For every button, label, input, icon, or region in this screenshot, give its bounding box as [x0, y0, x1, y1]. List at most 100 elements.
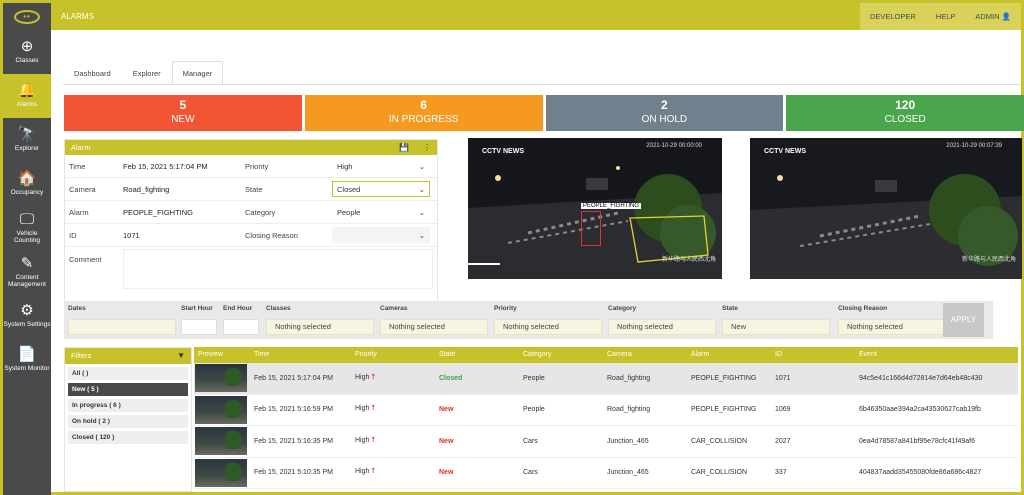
sidebar-item-explorer[interactable]: 🔭 Explorer	[3, 118, 51, 162]
sidebar-item-label: Vehicle Counting	[13, 229, 41, 244]
telescope-icon: 🔭	[17, 126, 37, 144]
apply-button[interactable]: APPLY	[943, 303, 984, 337]
priority-text: High	[355, 405, 370, 413]
user-icon: 👤	[1001, 12, 1011, 21]
cell-camera: Junction_465	[607, 437, 649, 445]
column-header[interactable]: State	[435, 347, 519, 363]
arrow-up-icon: 🡑	[371, 405, 375, 413]
arrow-up-icon: 🡑	[371, 373, 375, 381]
closing-reason-filter-select[interactable]: Nothing selected	[838, 319, 946, 335]
app-frame: •• ALARMS DEVELOPER HELP ADMIN 👤 ⊕ Class…	[0, 0, 1024, 495]
status-in-progress[interactable]: 6 IN PROGRESS	[304, 95, 543, 131]
developer-link[interactable]: DEVELOPER	[860, 3, 926, 30]
tab-manager[interactable]: Manager	[171, 61, 224, 85]
filter-icon[interactable]: ▼	[177, 348, 185, 364]
filter-label: Dates	[68, 305, 86, 312]
filter-label: Classes	[266, 305, 291, 312]
cell-category: Cars	[523, 437, 538, 445]
table-row[interactable]: Feb 15, 2021 5:16:35 PM High 🡑 New Cars …	[194, 426, 1018, 458]
column-header[interactable]: Event	[855, 347, 1018, 363]
status-label: NEW	[171, 114, 195, 125]
column-header[interactable]: Category	[519, 347, 603, 363]
cell-alarm: CAR_COLLISION	[691, 437, 748, 445]
sidebar-item-system-monitor[interactable]: 📄 System Monitor	[3, 338, 51, 382]
end-hour-input[interactable]	[223, 319, 259, 335]
filter-item-new[interactable]: New ( 5 )	[68, 383, 188, 396]
cell-id: 2027	[775, 437, 791, 445]
state-filter-select[interactable]: New	[722, 319, 830, 335]
filter-label: Closing Reason	[838, 305, 888, 312]
priority-value: High	[337, 161, 353, 171]
alarm-row-camera: Camera Road_fighting State Closed ⌄	[65, 178, 437, 201]
closing-reason-select[interactable]: ⌄	[332, 227, 430, 243]
filters-panel: Filters ▼ All ( ) New ( 5 ) In progress …	[64, 347, 192, 492]
status-closed[interactable]: 120 CLOSED	[786, 95, 1024, 131]
status-count: 5	[179, 98, 187, 112]
category-filter-select[interactable]: Nothing selected	[608, 319, 716, 335]
more-menu-icon[interactable]: ⋮	[423, 140, 431, 155]
sidebar-item-occupancy[interactable]: 🏠 Occupancy	[3, 162, 51, 206]
admin-menu[interactable]: ADMIN 👤	[965, 3, 1021, 30]
column-header[interactable]: Camera	[603, 347, 687, 363]
cell-state: Closed	[439, 374, 463, 382]
status-label: CLOSED	[884, 114, 926, 125]
sidebar-item-vehicle-counting[interactable]: 🖵 Vehicle Counting	[3, 206, 51, 250]
cell-event: 0ea4d78587a841bf95e78cfc41f49af6	[859, 437, 975, 445]
sidebar-item-system-settings[interactable]: ⚙ System Settings	[3, 294, 51, 338]
camera-preview-live[interactable]: CCTV NEWS 2021-10-29 00:00:00 PEOPLE_FIG…	[468, 138, 722, 279]
comment-textarea[interactable]	[123, 249, 433, 289]
preview-thumbnail[interactable]	[195, 427, 247, 456]
tab-dashboard[interactable]: Dashboard	[63, 61, 122, 85]
table-row[interactable]: Feb 15, 2021 5:16:59 PM High 🡑 New Peopl…	[194, 395, 1018, 426]
camera-caption: 新华路与人民西北角	[661, 257, 716, 263]
category-select[interactable]: People ⌄	[332, 204, 430, 220]
cell-category: People	[523, 406, 545, 414]
field-label: Comment	[69, 255, 102, 264]
priority-select[interactable]: High ⌄	[332, 158, 430, 174]
sidebar-item-content-management[interactable]: ✎ Content Management	[3, 250, 51, 294]
video-progress-bar[interactable]	[468, 263, 500, 265]
filter-item-all[interactable]: All ( )	[68, 367, 188, 380]
filter-item-on-hold[interactable]: On hold ( 2 )	[68, 415, 188, 428]
state-select[interactable]: Closed ⌄	[332, 181, 430, 197]
tab-explorer[interactable]: Explorer	[122, 61, 172, 85]
save-icon[interactable]: 💾	[399, 140, 409, 155]
priority-filter-select[interactable]: Nothing selected	[494, 319, 602, 335]
alarm-panel-title: Alarm	[71, 143, 91, 152]
table-header: Preview Time Priority State Category Cam…	[194, 347, 1018, 363]
preview-thumbnail[interactable]	[195, 395, 247, 424]
column-header[interactable]: Priority	[351, 347, 435, 363]
main-content: Dashboard Explorer Manager 5 NEW 6 IN PR…	[51, 30, 1024, 495]
filter-item-in-progress[interactable]: In progress ( 6 )	[68, 399, 188, 412]
column-header[interactable]: Time	[250, 347, 351, 363]
dates-input[interactable]	[68, 319, 176, 335]
filter-item-closed[interactable]: Closed ( 120 )	[68, 431, 188, 444]
classes-select[interactable]: Nothing selected	[266, 319, 374, 335]
filter-label: End Hour	[223, 305, 253, 312]
help-link[interactable]: HELP	[926, 3, 966, 30]
column-header[interactable]: ID	[771, 347, 855, 363]
id-value: 1071	[123, 230, 140, 240]
cell-priority: High 🡑	[351, 467, 435, 478]
alarm-row-time: Time Feb 15, 2021 5:17:04 PM Priority Hi…	[65, 155, 437, 178]
table-row[interactable]: Feb 15, 2021 5:10:35 PM High 🡑 New Cars …	[194, 458, 1018, 489]
sidebar-item-classes[interactable]: ⊕ Classes	[3, 30, 51, 74]
cell-id: 1071	[775, 374, 791, 382]
preview-thumbnail[interactable]	[195, 364, 247, 393]
preview-thumbnail[interactable]	[195, 458, 247, 487]
cameras-select[interactable]: Nothing selected	[380, 319, 488, 335]
sidebar-item-alarms[interactable]: 🔔 Alarms	[3, 74, 51, 118]
status-new[interactable]: 5 NEW	[64, 95, 302, 131]
start-hour-input[interactable]	[181, 319, 217, 335]
table-row[interactable]: Feb 15, 2021 5:17:04 PM High 🡑 Closed Pe…	[194, 363, 1018, 395]
column-header[interactable]: Alarm	[687, 347, 771, 363]
tab-bar: Dashboard Explorer Manager	[63, 61, 224, 85]
status-on-hold[interactable]: 2 ON HOLD	[545, 95, 784, 131]
camera-preview-snapshot[interactable]: CCTV NEWS 2021-10-29 00:07:39 新华路与人民西北角	[750, 138, 1022, 279]
logo[interactable]: ••	[3, 3, 51, 30]
camera-brand: CCTV NEWS	[482, 148, 524, 155]
cell-time: Feb 15, 2021 5:16:35 PM	[254, 437, 333, 445]
column-header[interactable]: Preview	[194, 347, 250, 363]
field-label: ID	[69, 230, 77, 240]
house-icon: 🏠	[17, 170, 37, 188]
